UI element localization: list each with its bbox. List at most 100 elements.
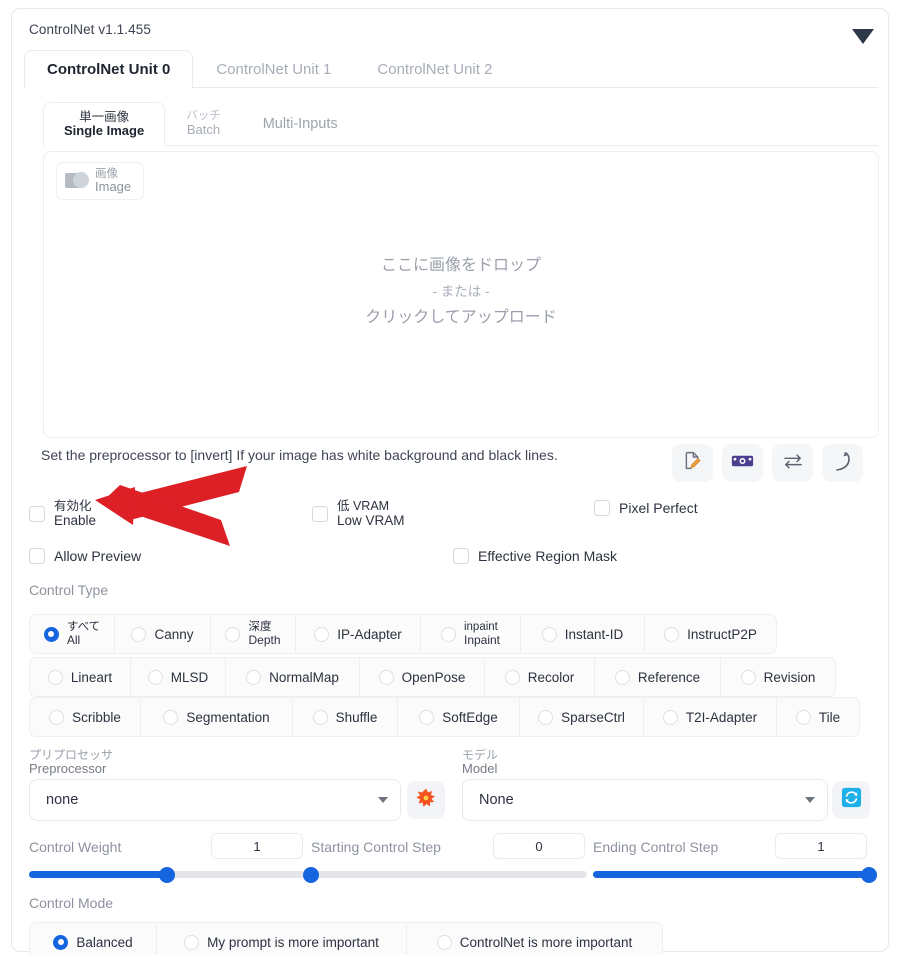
option-label: My prompt is more important xyxy=(207,934,379,950)
option-label: OpenPose xyxy=(401,669,466,685)
control-type-option-softedge[interactable]: SoftEdge xyxy=(398,697,520,737)
effective-region-mask-label: Effective Region Mask xyxy=(478,548,618,564)
radio-indicator xyxy=(436,934,452,950)
radio-indicator xyxy=(378,669,394,685)
option-label: Canny xyxy=(154,626,194,642)
control-mode-row: Balanced My prompt is more important Con… xyxy=(29,922,663,955)
image-dropzone[interactable]: 画像 Image ここに画像をドロップ - または - クリックしてアップロード xyxy=(43,151,879,438)
pixel-perfect-checkbox[interactable]: Pixel Perfect xyxy=(594,500,698,516)
radio-indicator xyxy=(664,626,680,642)
control-type-option-revision[interactable]: Revision xyxy=(721,657,836,697)
control-type-option-all[interactable]: すべて All xyxy=(29,614,115,654)
control-type-row-2: Lineart MLSD NormalMap OpenPose Recolor … xyxy=(29,657,836,697)
low-vram-checkbox[interactable]: 低 VRAM Low VRAM xyxy=(312,499,405,528)
slider-knob[interactable] xyxy=(159,866,175,883)
control-type-option-canny[interactable]: Canny xyxy=(115,614,211,654)
control-type-row-1: すべて All Canny 深度 Depth IP-Adapter inpain… xyxy=(29,614,777,654)
option-label: ControlNet is more important xyxy=(459,934,633,950)
low-vram-label-en: Low VRAM xyxy=(337,513,405,528)
control-type-option-segmentation[interactable]: Segmentation xyxy=(141,697,293,737)
control-weight-slider[interactable] xyxy=(29,866,305,883)
enable-checkbox[interactable]: 有効化 Enable xyxy=(29,499,96,528)
tab-controlnet-unit-1[interactable]: ControlNet Unit 1 xyxy=(193,50,354,87)
option-label: Lineart xyxy=(70,669,113,685)
control-type-option-reference[interactable]: Reference xyxy=(595,657,721,697)
control-type-option-normalmap[interactable]: NormalMap xyxy=(226,657,360,697)
webcam-button[interactable] xyxy=(722,444,763,482)
control-type-option-ip-adapter[interactable]: IP-Adapter xyxy=(296,614,421,654)
chip-label-en: Image xyxy=(95,179,132,195)
controlnet-panel-screenshot: ControlNet v1.1.455 ControlNet Unit 0 Co… xyxy=(0,0,900,955)
allow-preview-checkbox[interactable]: Allow Preview xyxy=(29,548,141,564)
tab-single-image[interactable]: 単一画像 Single Image xyxy=(43,102,166,146)
option-label-jp: 深度 xyxy=(248,621,272,634)
control-mode-option-balanced[interactable]: Balanced xyxy=(29,922,157,955)
curve-tool-button[interactable] xyxy=(822,444,863,482)
tab-label: ControlNet Unit 2 xyxy=(377,60,493,78)
tab-label-en: Single Image xyxy=(64,122,145,138)
radio-indicator xyxy=(312,709,328,725)
explosion-icon xyxy=(415,787,437,814)
starting-control-step-value[interactable]: 0 xyxy=(493,833,585,859)
control-type-option-inpaint[interactable]: inpaint Inpaint xyxy=(421,614,521,654)
option-label: NormalMap xyxy=(269,669,339,685)
ending-control-step-value[interactable]: 1 xyxy=(775,833,867,859)
image-icon xyxy=(65,170,91,192)
refresh-models-button[interactable] xyxy=(832,781,870,819)
tab-multi-inputs[interactable]: Multi-Inputs xyxy=(242,102,359,145)
control-type-option-sparsectrl[interactable]: SparseCtrl xyxy=(520,697,644,737)
webcam-icon xyxy=(731,453,754,474)
control-type-option-shuffle[interactable]: Shuffle xyxy=(293,697,398,737)
swap-sources-button[interactable] xyxy=(772,444,813,482)
option-label-en: Depth xyxy=(248,632,281,647)
control-type-option-recolor[interactable]: Recolor xyxy=(485,657,595,697)
edit-image-button[interactable] xyxy=(672,444,713,482)
effective-region-mask-checkbox[interactable]: Effective Region Mask xyxy=(453,548,617,564)
slider-knob[interactable] xyxy=(303,866,319,883)
option-label: InstructP2P xyxy=(687,626,757,642)
checkbox-box xyxy=(29,505,45,522)
dropzone-line-3: クリックしてアップロード xyxy=(365,308,557,326)
model-value: None xyxy=(479,792,514,808)
collapse-toggle-button[interactable] xyxy=(848,21,878,51)
ending-control-step-slider[interactable] xyxy=(593,866,877,883)
tab-label-jp: 単一画像 xyxy=(79,109,130,124)
run-preprocessor-button[interactable] xyxy=(407,781,445,819)
radio-indicator xyxy=(163,709,179,725)
control-type-option-openpose[interactable]: OpenPose xyxy=(360,657,485,697)
preprocessor-hint-text: Set the preprocessor to [invert] If your… xyxy=(41,447,558,463)
control-type-option-instructp2p[interactable]: InstructP2P xyxy=(645,614,777,654)
tab-controlnet-unit-0[interactable]: ControlNet Unit 0 xyxy=(24,50,194,88)
starting-control-step-slider[interactable] xyxy=(303,866,587,883)
preprocessor-select[interactable]: none xyxy=(29,779,401,821)
dropzone-instructions: ここに画像をドロップ - または - クリックしてアップロード xyxy=(44,252,878,332)
low-vram-label-jp: 低 VRAM xyxy=(337,499,390,513)
image-source-chip[interactable]: 画像 Image xyxy=(56,162,145,200)
control-weight-value[interactable]: 1 xyxy=(211,833,303,859)
control-type-option-depth[interactable]: 深度 Depth xyxy=(211,614,296,654)
enable-label-en: Enable xyxy=(54,513,97,528)
pixel-perfect-label: Pixel Perfect xyxy=(619,500,698,516)
radio-indicator xyxy=(440,626,456,642)
control-type-option-tile[interactable]: Tile xyxy=(777,697,860,737)
control-mode-option-controlnet[interactable]: ControlNet is more important xyxy=(407,922,663,955)
control-type-option-scribble[interactable]: Scribble xyxy=(29,697,141,737)
tab-controlnet-unit-2[interactable]: ControlNet Unit 2 xyxy=(354,50,515,87)
slider-knob[interactable] xyxy=(861,866,877,883)
control-type-option-instant-id[interactable]: Instant-ID xyxy=(521,614,645,654)
control-type-option-mlsd[interactable]: MLSD xyxy=(131,657,226,697)
tab-batch[interactable]: バッチ Batch xyxy=(165,102,242,145)
option-label: Balanced xyxy=(76,934,133,950)
radio-indicator xyxy=(47,669,63,685)
radio-indicator xyxy=(614,669,630,685)
control-type-option-lineart[interactable]: Lineart xyxy=(29,657,131,697)
control-weight-label: Control Weight xyxy=(29,839,122,855)
model-select[interactable]: None xyxy=(462,779,828,821)
control-type-option-t2i-adapter[interactable]: T2I-Adapter xyxy=(644,697,777,737)
option-label: Instant-ID xyxy=(564,626,624,642)
radio-indicator xyxy=(184,934,200,950)
model-label-jp: モデル xyxy=(462,748,499,762)
model-field-label: モデル Model xyxy=(462,748,499,777)
radio-indicator xyxy=(131,626,147,642)
control-mode-option-my-prompt[interactable]: My prompt is more important xyxy=(157,922,407,955)
